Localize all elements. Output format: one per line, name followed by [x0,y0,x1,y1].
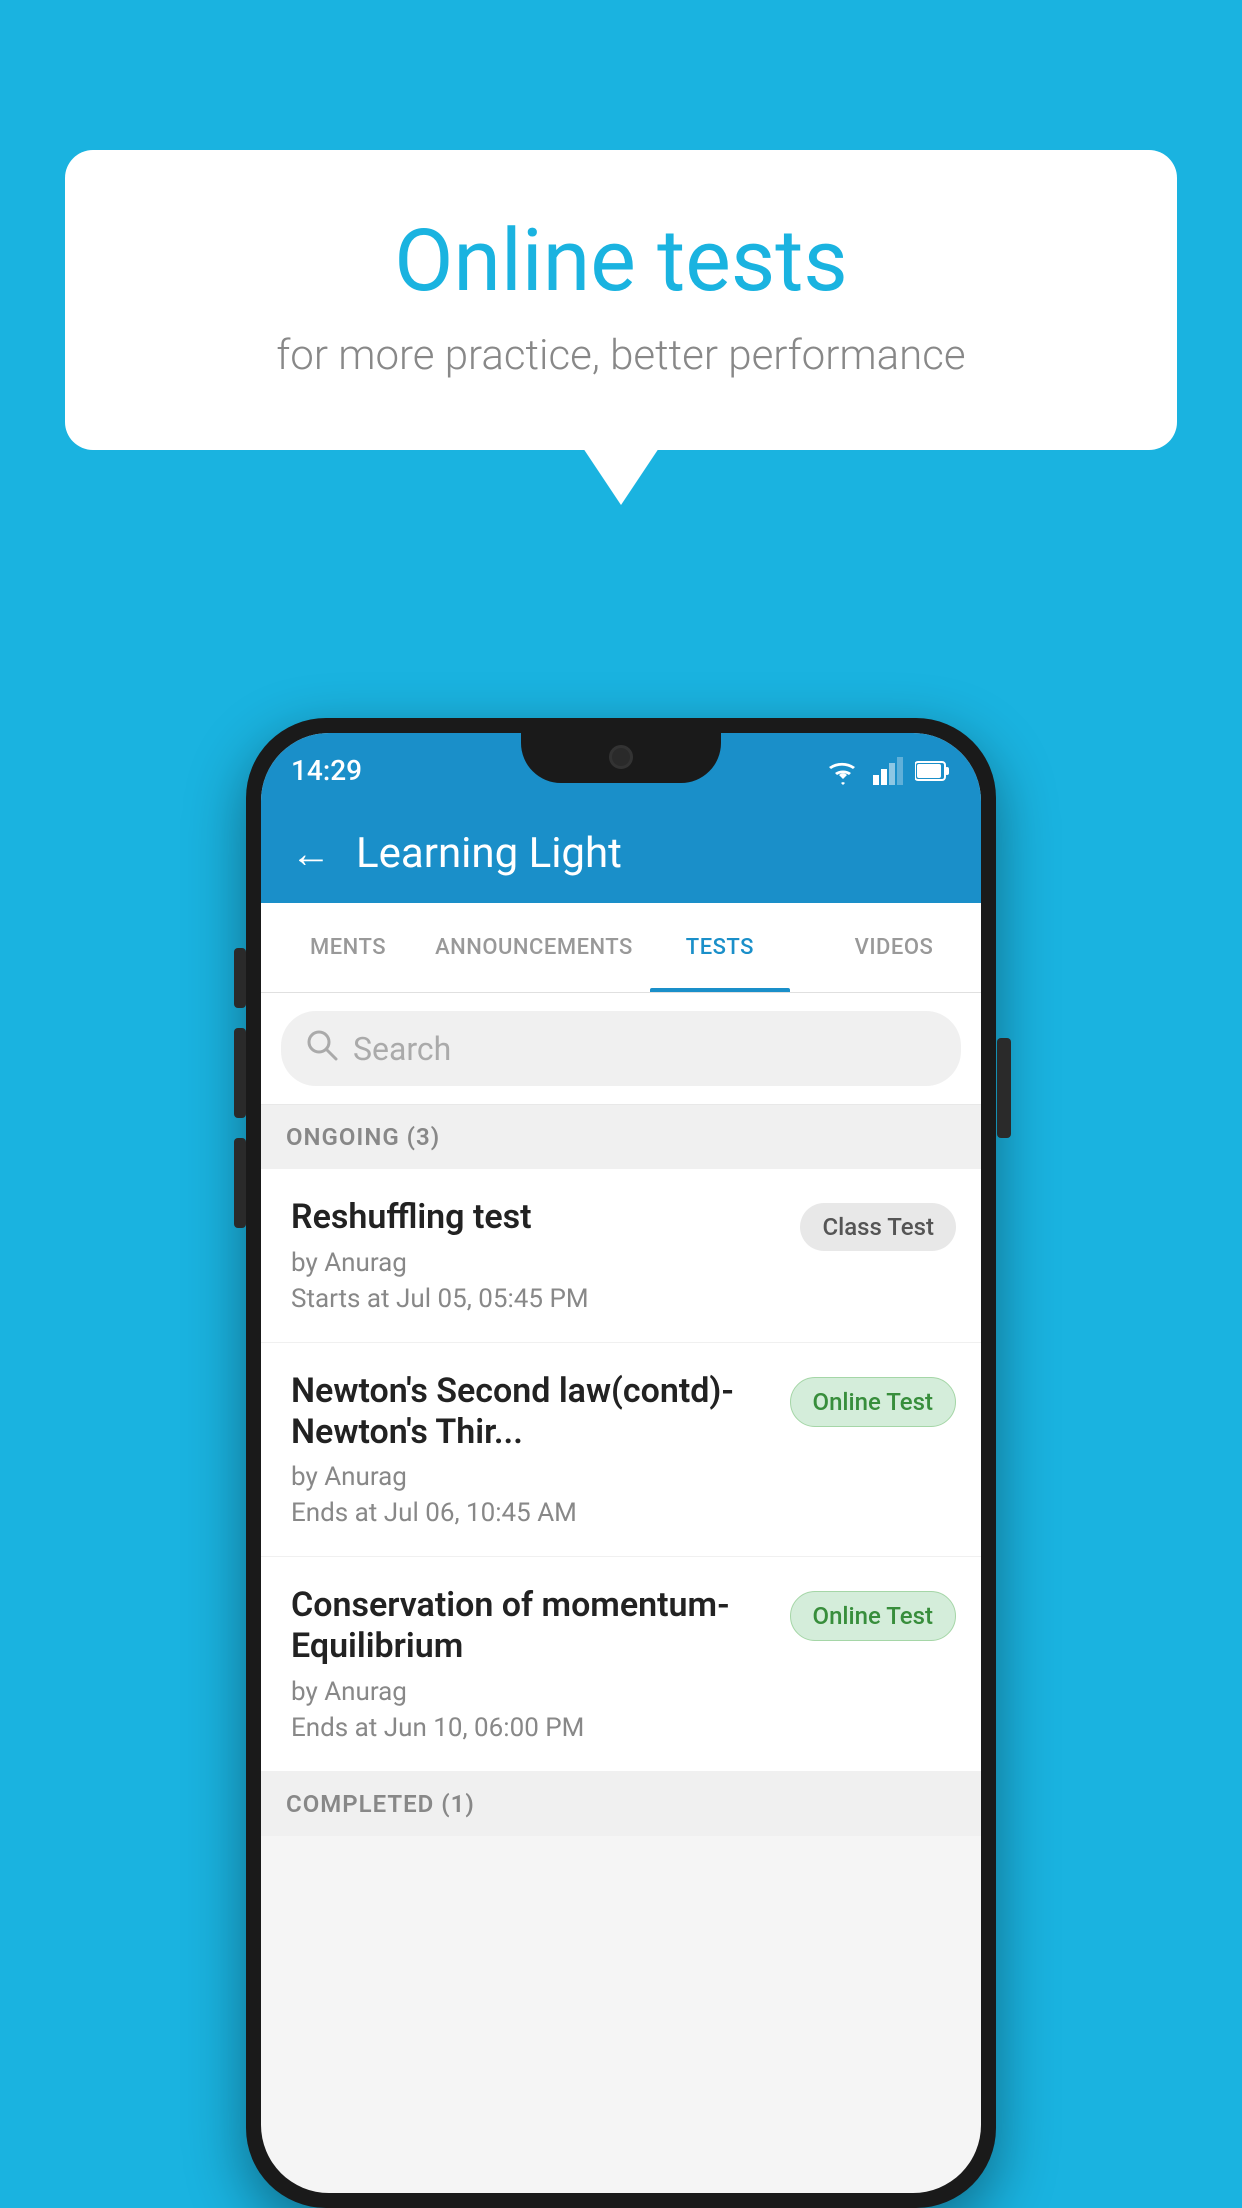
bubble-subtitle: for more practice, better performance [115,331,1127,380]
completed-label: COMPLETED (1) [286,1790,475,1818]
test-name-1: Reshuffling test [291,1197,780,1238]
speech-bubble: Online tests for more practice, better p… [65,150,1177,450]
ongoing-section-header: ONGOING (3) [261,1105,981,1169]
camera [609,745,633,769]
ongoing-label: ONGOING (3) [286,1123,440,1151]
test-by-3: by Anurag [291,1677,770,1707]
test-info-3: Conservation of momentum-Equilibrium by … [291,1585,770,1743]
test-badge-3: Online Test [790,1591,956,1641]
power-button [997,1038,1011,1138]
test-time-2: Ends at Jul 06, 10:45 AM [291,1498,770,1528]
status-icons [825,757,951,785]
test-info-1: Reshuffling test by Anurag Starts at Jul… [291,1197,780,1314]
battery-icon [915,760,951,782]
phone-notch [521,733,721,783]
test-list: Reshuffling test by Anurag Starts at Jul… [261,1169,981,1772]
vol-down-button [234,1028,246,1118]
search-bar[interactable]: Search [281,1011,961,1086]
test-badge-1: Class Test [800,1203,956,1251]
tab-announcements[interactable]: ANNOUNCEMENTS [435,903,633,992]
tab-ments[interactable]: MENTS [261,903,435,992]
tabs-bar: MENTS ANNOUNCEMENTS TESTS VIDEOS [261,903,981,993]
phone-device: 14:29 [246,718,996,2208]
test-name-2: Newton's Second law(contd)-Newton's Thir… [291,1371,770,1453]
test-by-2: by Anurag [291,1462,770,1492]
bubble-title: Online tests [115,210,1127,311]
tab-videos[interactable]: VIDEOS [807,903,981,992]
signal-icon [873,757,903,785]
wifi-icon [825,757,861,785]
silent-button [234,1138,246,1228]
test-badge-2: Online Test [790,1377,956,1427]
test-item-3[interactable]: Conservation of momentum-Equilibrium by … [261,1557,981,1772]
search-input[interactable]: Search [353,1030,451,1068]
test-time-3: Ends at Jun 10, 06:00 PM [291,1713,770,1743]
test-name-3: Conservation of momentum-Equilibrium [291,1585,770,1667]
back-button[interactable]: ← [291,830,331,877]
search-icon [306,1029,338,1069]
completed-section-header: COMPLETED (1) [261,1772,981,1836]
test-by-1: by Anurag [291,1248,780,1278]
test-info-2: Newton's Second law(contd)-Newton's Thir… [291,1371,770,1529]
status-time: 14:29 [291,754,362,787]
app-header: ← Learning Light [261,803,981,903]
app-header-title: Learning Light [356,829,622,878]
vol-up-button [234,948,246,1008]
tab-tests[interactable]: TESTS [633,903,807,992]
test-item-2[interactable]: Newton's Second law(contd)-Newton's Thir… [261,1343,981,1558]
search-container: Search [261,993,981,1105]
test-time-1: Starts at Jul 05, 05:45 PM [291,1284,780,1314]
test-item-1[interactable]: Reshuffling test by Anurag Starts at Jul… [261,1169,981,1343]
